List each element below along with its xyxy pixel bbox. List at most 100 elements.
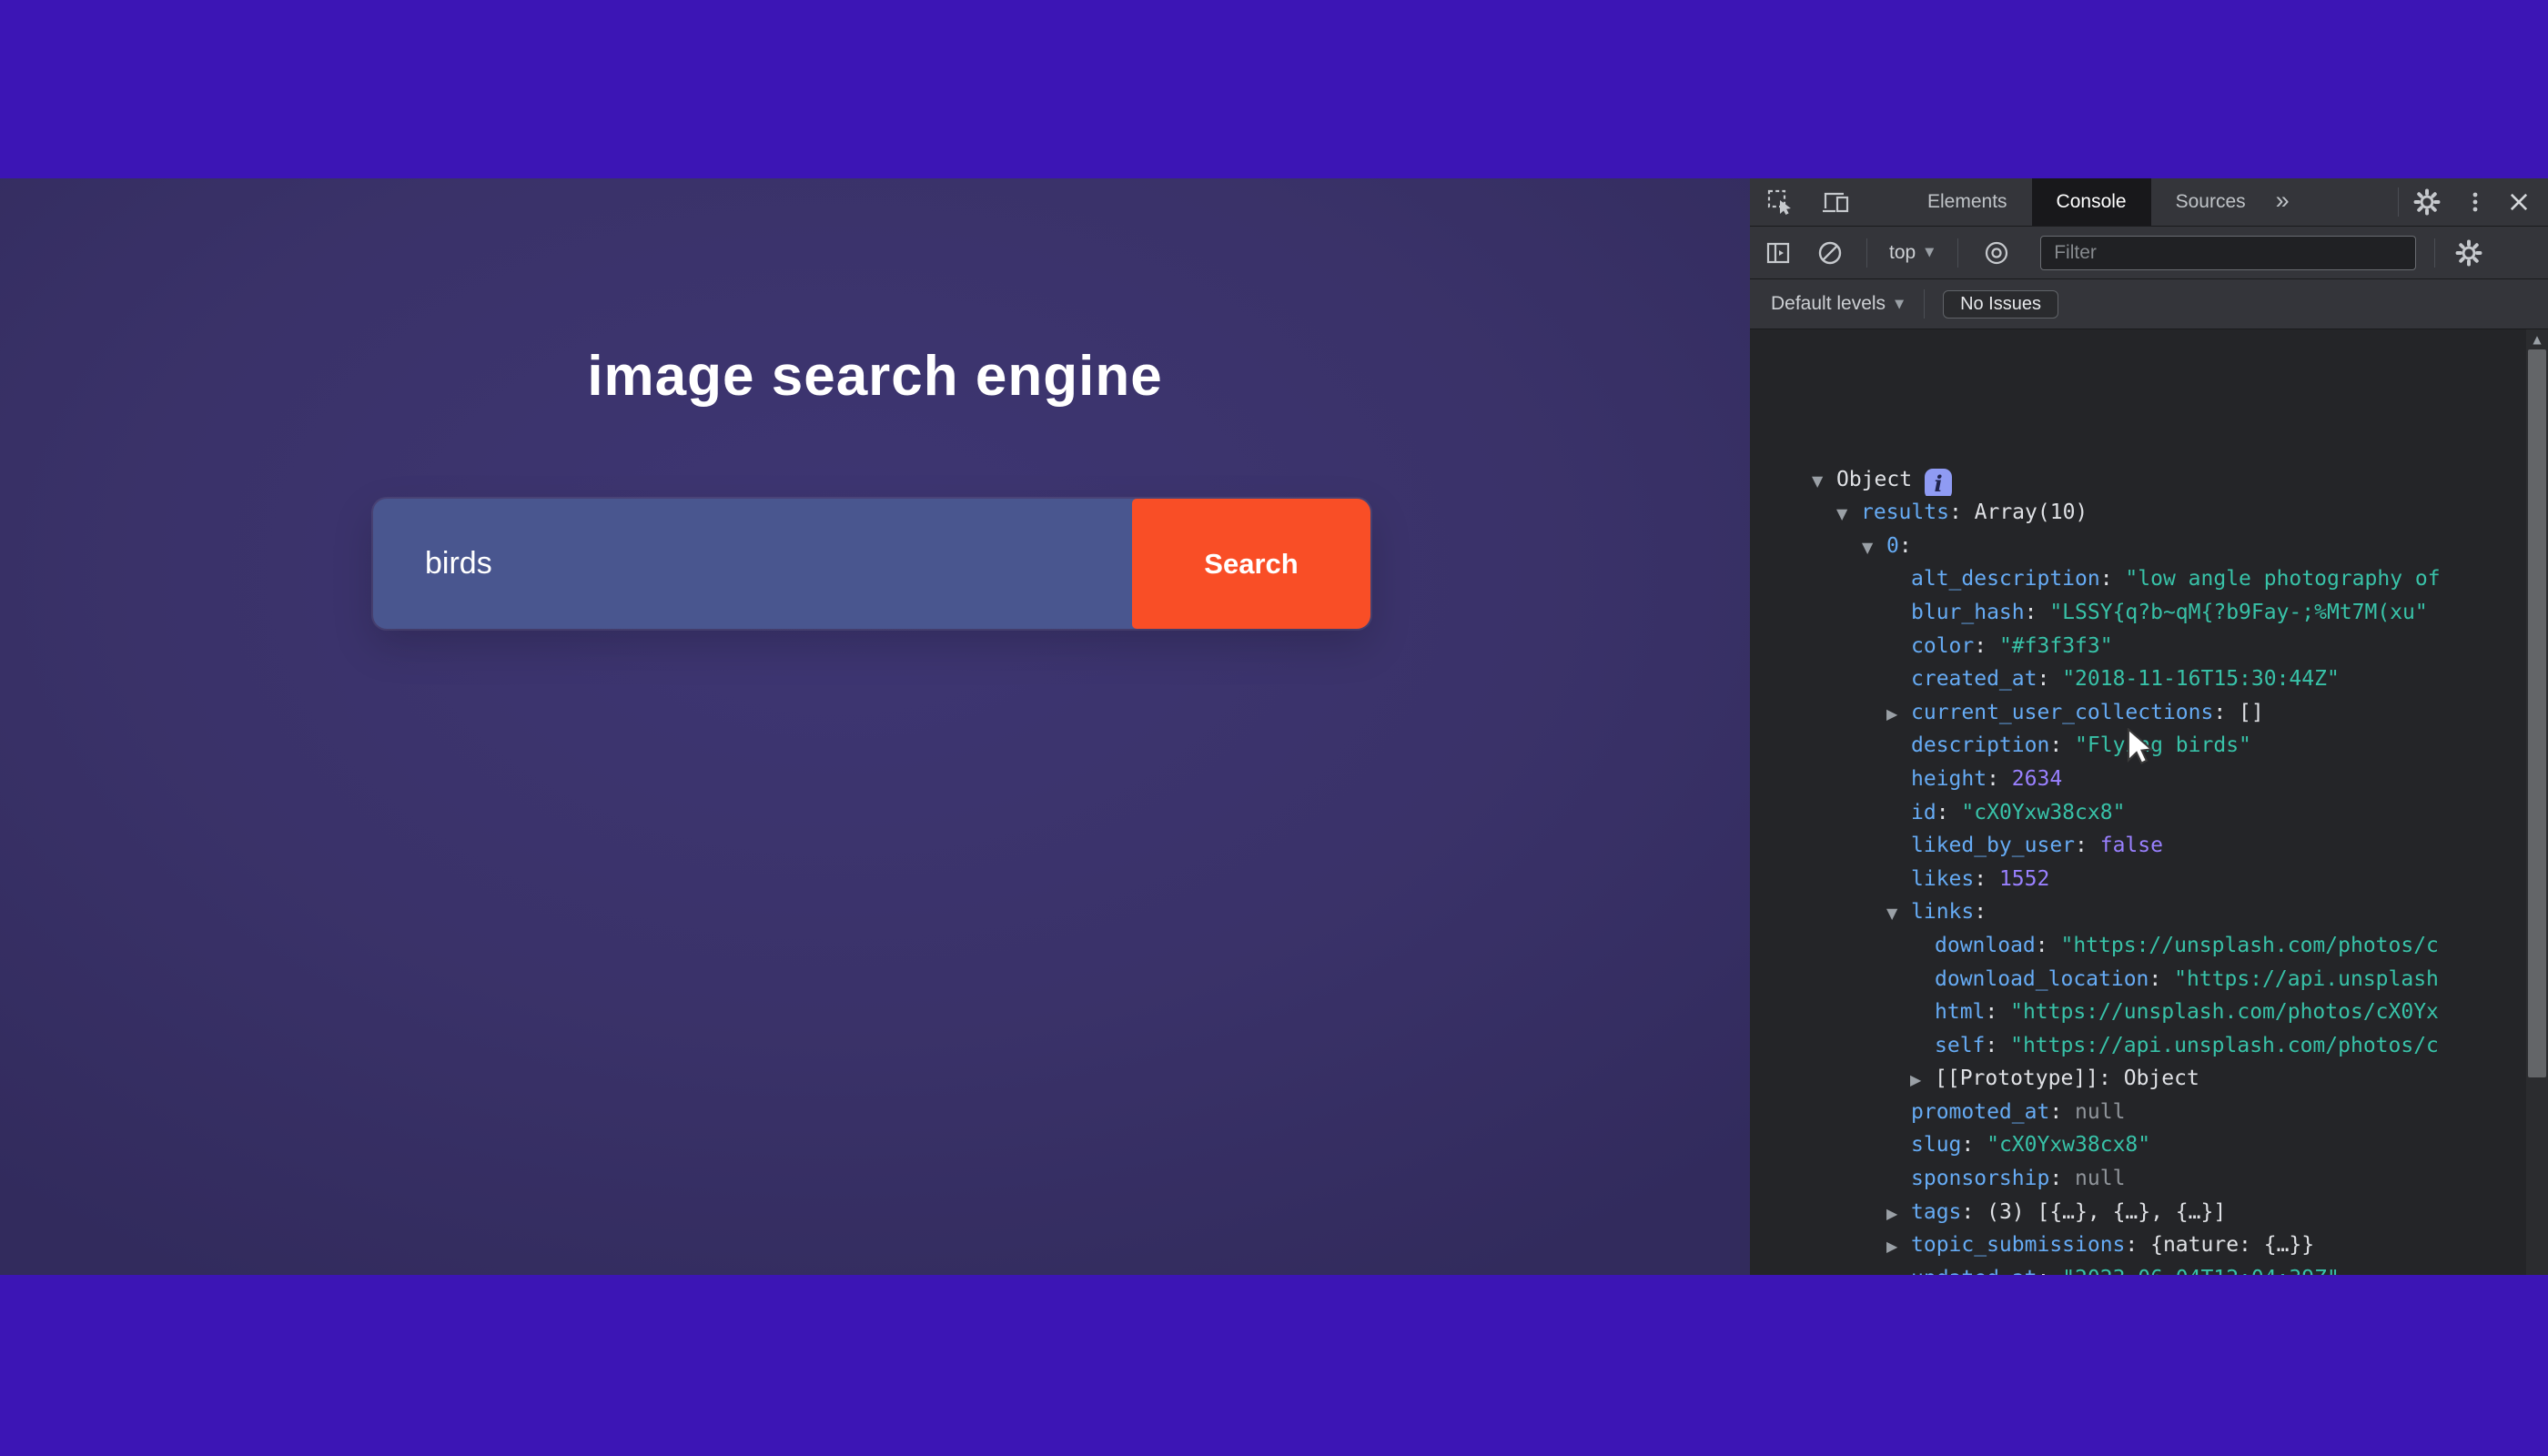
colon: : bbox=[1936, 801, 1962, 824]
console-row: description: "Flying birds" bbox=[1750, 729, 2526, 763]
console-row[interactable]: ▼links: bbox=[1750, 895, 2526, 929]
property-key: color bbox=[1911, 634, 1974, 658]
console-row[interactable]: ▼0: bbox=[1750, 530, 2526, 563]
console-row: id: "cX0Yxw38cx8" bbox=[1750, 796, 2526, 830]
object-info-badge[interactable]: i bbox=[1925, 469, 1952, 497]
colon: : bbox=[2125, 1233, 2150, 1257]
more-tabs-icon[interactable]: » bbox=[2276, 187, 2290, 215]
property-key: promoted_at bbox=[1911, 1100, 2049, 1124]
property-key: blur_hash bbox=[1911, 601, 2025, 624]
property-value: "LSSY{q?b~qM{?b9Fay-;%Mt7M(xu" bbox=[2049, 601, 2427, 624]
tree-collapsed-icon[interactable]: ▶ bbox=[1910, 1064, 1935, 1096]
console-row[interactable]: ▶[[Prototype]]: Object bbox=[1750, 1062, 2526, 1096]
console-row[interactable]: ▶topic_submissions: {nature: {…}} bbox=[1750, 1228, 2526, 1262]
property-value: Array(10) bbox=[1975, 500, 2088, 524]
colon: : bbox=[2049, 733, 2075, 757]
tab-elements[interactable]: Elements bbox=[1903, 178, 2032, 226]
property-value: "cX0Yxw38cx8" bbox=[1961, 801, 2125, 824]
property-value: "Flying birds" bbox=[2075, 733, 2251, 757]
property-key: description bbox=[1911, 733, 2049, 757]
scrollbar-thumb[interactable] bbox=[2528, 349, 2546, 1077]
property-value: "2023-06-04T12:04:39Z" bbox=[2062, 1267, 2340, 1275]
colon: : bbox=[1987, 767, 2012, 791]
property-key: self bbox=[1935, 1034, 1985, 1057]
tree-collapsed-icon[interactable]: ▶ bbox=[1886, 1230, 1911, 1262]
kebab-menu-icon[interactable] bbox=[2464, 188, 2486, 216]
property-key: download bbox=[1935, 934, 2036, 957]
log-levels-selector[interactable]: Default levels ▼ bbox=[1771, 293, 1904, 315]
property-value: "https://api.unsplash bbox=[2174, 967, 2439, 991]
search-input[interactable] bbox=[373, 499, 1132, 629]
colon: : bbox=[1949, 500, 1975, 524]
console-row[interactable]: ▼Objecti bbox=[1750, 463, 2526, 497]
console-row[interactable]: ▶current_user_collections: [] bbox=[1750, 696, 2526, 730]
tree-expanded-icon[interactable]: ▼ bbox=[1886, 897, 1911, 929]
colon: : bbox=[1974, 634, 1999, 658]
tab-sources[interactable]: Sources bbox=[2151, 178, 2270, 226]
execution-context-selector[interactable]: top ▼ bbox=[1889, 242, 1934, 264]
property-value: "#f3f3f3" bbox=[1999, 634, 2113, 658]
console-rows: ▼Objecti▼results: Array(10)▼0: alt_descr… bbox=[1750, 463, 2526, 1275]
property-value: 1552 bbox=[1999, 867, 2049, 891]
search-bar: Search bbox=[373, 499, 1370, 629]
tree-expanded-icon[interactable]: ▼ bbox=[1862, 531, 1886, 563]
tree-collapsed-icon[interactable]: ▶ bbox=[1886, 1198, 1911, 1229]
console-scrollbar[interactable]: ▲ bbox=[2526, 329, 2548, 1275]
colon: : bbox=[2149, 967, 2174, 991]
console-row: blur_hash: "LSSY{q?b~qM{?b9Fay-;%Mt7M(xu… bbox=[1750, 596, 2526, 630]
console-row[interactable]: ▼results: Array(10) bbox=[1750, 496, 2526, 530]
property-value: "https://unsplash.com/photos/cX0Yx bbox=[2010, 1000, 2439, 1024]
property-key: links bbox=[1911, 900, 1974, 924]
property-key: tags bbox=[1911, 1200, 1961, 1224]
colon: : bbox=[1961, 1200, 1987, 1224]
close-devtools-icon[interactable] bbox=[2506, 189, 2532, 215]
colon: : bbox=[1974, 900, 1999, 924]
image-search-app: image search engine Search bbox=[0, 178, 1750, 1275]
property-value: "2018-11-16T15:30:44Z" bbox=[2062, 667, 2340, 691]
inspect-element-icon[interactable] bbox=[1766, 188, 1794, 216]
property-key: html bbox=[1935, 1000, 1985, 1024]
live-expression-eye-icon[interactable] bbox=[1980, 238, 2013, 268]
colon: : bbox=[2036, 934, 2061, 957]
no-issues-button[interactable]: No Issues bbox=[1943, 290, 2058, 318]
property-key: updated_at bbox=[1911, 1267, 2037, 1275]
device-toolbar-icon[interactable] bbox=[1821, 188, 1852, 216]
object-label: Object bbox=[1836, 468, 1912, 491]
property-key: height bbox=[1911, 767, 1987, 791]
screen-capture: image search engine Search Elem bbox=[0, 178, 2548, 1275]
console-row: created_at: "2018-11-16T15:30:44Z" bbox=[1750, 662, 2526, 696]
console-row: download_location: "https://api.unsplash bbox=[1750, 963, 2526, 996]
console-filter-input[interactable] bbox=[2040, 236, 2416, 270]
colon: : bbox=[1985, 1034, 2010, 1057]
tab-console[interactable]: Console bbox=[2032, 178, 2151, 226]
chevron-down-icon: ▼ bbox=[1925, 246, 1934, 259]
colon: : bbox=[1985, 1000, 2010, 1024]
tree-collapsed-icon[interactable]: ▶ bbox=[1886, 698, 1911, 730]
tree-expanded-icon[interactable]: ▼ bbox=[1812, 465, 1836, 497]
console-row: slug: "cX0Yxw38cx8" bbox=[1750, 1128, 2526, 1162]
colon: : bbox=[2025, 601, 2050, 624]
console-row: promoted_at: null bbox=[1750, 1096, 2526, 1129]
search-button[interactable]: Search bbox=[1132, 499, 1370, 629]
page-title: image search engine bbox=[0, 344, 1750, 409]
property-value: null bbox=[2075, 1100, 2125, 1124]
clear-console-icon[interactable] bbox=[1815, 238, 1845, 268]
console-sidebar-icon[interactable] bbox=[1764, 239, 1792, 267]
settings-gear-icon[interactable] bbox=[2412, 187, 2442, 217]
property-value: (3) [{…}, {…}, {…}] bbox=[1987, 1200, 2226, 1224]
property-value: "https://unsplash.com/photos/c bbox=[2060, 934, 2438, 957]
console-settings-gear-icon[interactable] bbox=[2453, 238, 2484, 268]
property-value: "https://api.unsplash.com/photos/c bbox=[2010, 1034, 2439, 1057]
console-row: html: "https://unsplash.com/photos/cX0Yx bbox=[1750, 996, 2526, 1029]
tree-expanded-icon[interactable]: ▼ bbox=[1836, 498, 1861, 530]
colon: : bbox=[2213, 701, 2239, 724]
property-value: {nature: {…}} bbox=[2150, 1233, 2314, 1257]
colon: : bbox=[2037, 667, 2062, 691]
scroll-up-icon[interactable]: ▲ bbox=[2526, 333, 2548, 346]
console-levels-bar: Default levels ▼ No Issues bbox=[1750, 279, 2548, 329]
console-row: likes: 1552 bbox=[1750, 863, 2526, 896]
devtools-panel: Elements Console Sources » bbox=[1750, 178, 2548, 1275]
colon: : bbox=[2049, 1100, 2075, 1124]
console-row[interactable]: ▶tags: (3) [{…}, {…}, {…}] bbox=[1750, 1196, 2526, 1229]
console-row: alt_description: "low angle photography … bbox=[1750, 562, 2526, 596]
